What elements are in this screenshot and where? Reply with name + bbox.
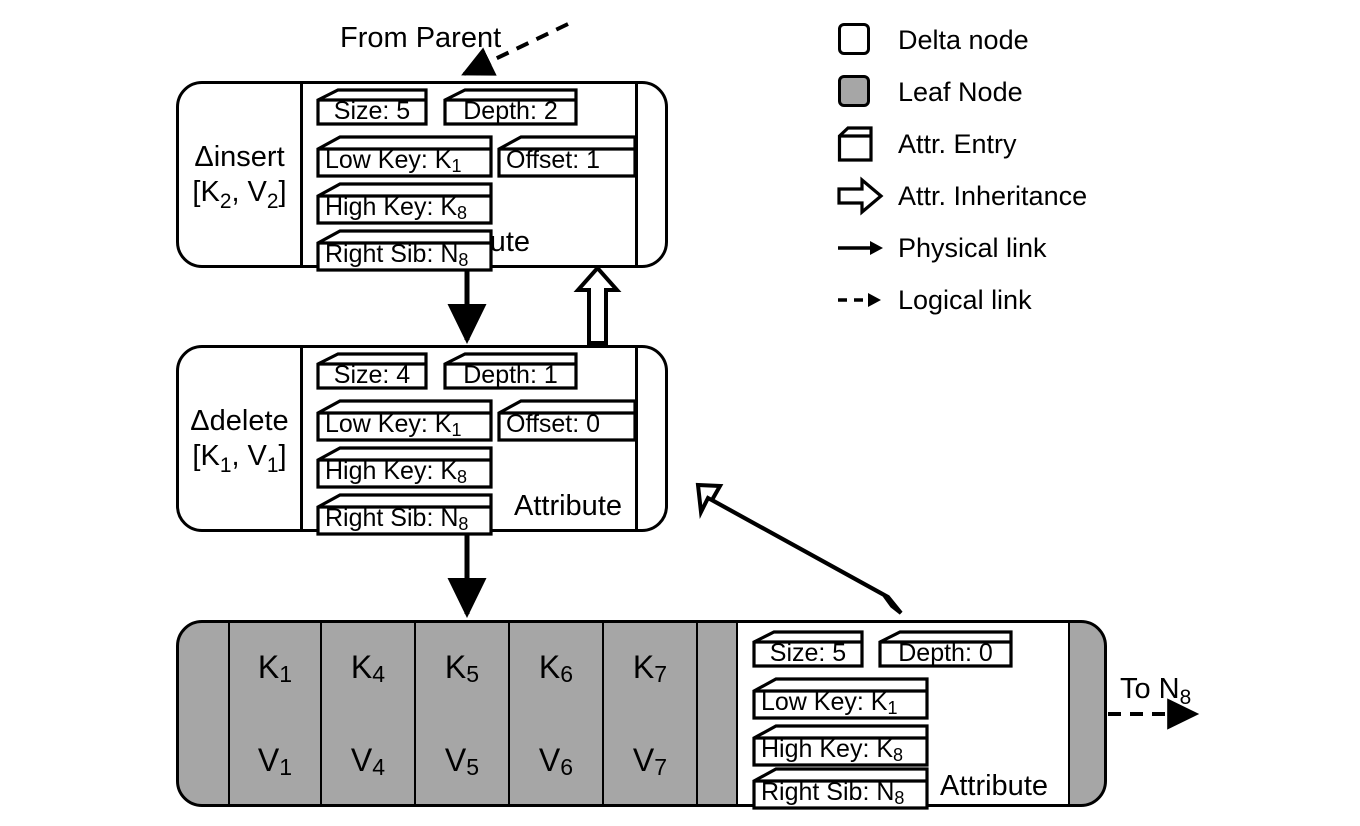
delta-delete-attr-size-label: Size: 4 <box>333 360 411 389</box>
delta-insert-attr-low-key-label: Low Key: K1 <box>325 146 462 176</box>
leaf-key-cell-0[interactable]: K1 <box>228 623 322 714</box>
delta-delete-left-divider <box>300 348 303 529</box>
leaf-value-cell-4[interactable]: V7 <box>604 714 698 804</box>
leaf-value-cell-2[interactable]: V5 <box>416 714 510 804</box>
attr-inheritance-arrow-up <box>573 264 622 345</box>
delta-delete-title: Δdelete [K1, V1] <box>179 404 300 477</box>
delta-insert-attr-right-sib[interactable]: Right Sib: N8 <box>316 229 493 272</box>
dashed-arrow-icon <box>836 280 890 320</box>
delta-insert-title-line2: [K2, V2] <box>192 176 287 213</box>
leaf-attr-depth[interactable]: Depth: 0 <box>878 630 1013 668</box>
legend: Delta node Leaf Node Attr. Entry Attr. I… <box>836 12 1236 315</box>
legend-label-physical-link: Physical link <box>898 232 1047 263</box>
leaf-value-cell-0[interactable]: V1 <box>228 714 322 804</box>
legend-label-logical-link: Logical link <box>898 284 1032 315</box>
leaf-attr-high-key[interactable]: High Key: K8 <box>752 724 929 767</box>
delta-insert-attr-size-label: Size: 5 <box>333 96 411 125</box>
delta-insert-attr-size[interactable]: Size: 5 <box>316 88 428 126</box>
legend-row-leaf-node: Leaf Node <box>836 72 1023 112</box>
leaf-value-cell-1[interactable]: V4 <box>322 714 416 804</box>
delta-delete-attr-offset-label: Offset: 0 <box>506 410 601 438</box>
legend-row-attr-entry: Attr. Entry <box>836 124 1017 164</box>
attr-inheritance-arrow-diagonal <box>695 482 903 615</box>
leaf-attr-low-key[interactable]: Low Key: K1 <box>752 677 929 720</box>
legend-label-attr-inheritance: Attr. Inheritance <box>898 180 1088 211</box>
legend-row-logical-link: Logical link <box>836 280 1032 320</box>
delta-delete-attr-size[interactable]: Size: 4 <box>316 352 428 390</box>
delta-delete-attr-depth-label: Depth: 1 <box>463 360 558 389</box>
delta-delete-attr-high-key[interactable]: High Key: K8 <box>316 446 493 489</box>
legend-label-leaf-node: Leaf Node <box>898 76 1023 107</box>
leaf-attr-depth-label: Depth: 0 <box>898 638 993 667</box>
delta-insert-attr-depth[interactable]: Depth: 2 <box>443 88 578 126</box>
leaf-attr-right-sib-label: Right Sib: N8 <box>761 778 905 808</box>
delta-insert-attr-offset[interactable]: Offset: 1 <box>497 135 637 178</box>
delta-insert-attr-low-key[interactable]: Low Key: K1 <box>316 135 493 178</box>
to-sibling-label: To N8 <box>1120 673 1192 710</box>
attr-entry-square-icon <box>836 124 890 164</box>
leaf-key-cell-2[interactable]: K5 <box>416 623 510 714</box>
leaf-key-cell-3[interactable]: K6 <box>510 623 604 714</box>
delta-insert-attr-depth-label: Depth: 2 <box>463 96 558 125</box>
delta-insert-attr-high-key-label: High Key: K8 <box>325 193 468 223</box>
from-parent-label: From Parent <box>340 22 502 54</box>
leaf-attr-high-key-label: High Key: K8 <box>761 735 904 765</box>
delta-delete-attribute-word: Attribute <box>514 490 622 522</box>
delta-insert-attr-right-sib-label: Right Sib: N8 <box>325 240 469 270</box>
leaf-attr-right-sib[interactable]: Right Sib: N8 <box>752 767 929 810</box>
leaf-key-cell-1[interactable]: K4 <box>322 623 416 714</box>
leaf-attr-size-label: Size: 5 <box>769 638 847 667</box>
hollow-arrow-icon <box>836 176 890 216</box>
legend-label-delta-node: Delta node <box>898 24 1029 55</box>
leaf-attr-size[interactable]: Size: 5 <box>752 630 864 668</box>
leaf-key-cell-4[interactable]: K7 <box>604 623 698 714</box>
delta-insert-title-line1: Δinsert <box>194 141 285 173</box>
gray-rounded-square-icon <box>836 72 890 112</box>
delta-delete-attr-low-key-label: Low Key: K1 <box>325 410 462 440</box>
leaf-value-cell-3[interactable]: V6 <box>510 714 604 804</box>
delta-insert-attr-high-key[interactable]: High Key: K8 <box>316 182 493 225</box>
legend-row-delta-node: Delta node <box>836 20 1029 60</box>
legend-row-physical-link: Physical link <box>836 228 1047 268</box>
leaf-attrpanel-left-border <box>736 623 738 804</box>
delta-delete-attr-depth[interactable]: Depth: 1 <box>443 352 578 390</box>
delta-insert-title: Δinsert [K2, V2] <box>179 140 300 213</box>
legend-row-attr-inheritance: Attr. Inheritance <box>836 176 1087 216</box>
delta-delete-title-line2: [K1, V1] <box>192 440 287 477</box>
solid-arrow-icon <box>836 228 890 268</box>
leaf-attr-low-key-label: Low Key: K1 <box>761 688 898 718</box>
delta-delete-title-line1: Δdelete <box>190 405 289 437</box>
leaf-attribute-word: Attribute <box>940 770 1048 802</box>
legend-label-attr-entry: Attr. Entry <box>898 128 1017 159</box>
delta-insert-attr-offset-label: Offset: 1 <box>506 146 601 174</box>
delta-delete-attr-high-key-label: High Key: K8 <box>325 457 468 487</box>
delta-insert-left-divider <box>300 84 303 265</box>
delta-delete-attr-low-key[interactable]: Low Key: K1 <box>316 399 493 442</box>
diagram-canvas: From Parent To N8 Δinsert [K2, V2] Attri… <box>0 0 1360 826</box>
delta-delete-attr-offset[interactable]: Offset: 0 <box>497 399 637 442</box>
delta-delete-attr-right-sib[interactable]: Right Sib: N8 <box>316 493 493 536</box>
leaf-attrpanel-right-border <box>1068 623 1070 804</box>
delta-delete-attr-right-sib-label: Right Sib: N8 <box>325 504 469 534</box>
white-rounded-square-icon <box>836 20 890 60</box>
